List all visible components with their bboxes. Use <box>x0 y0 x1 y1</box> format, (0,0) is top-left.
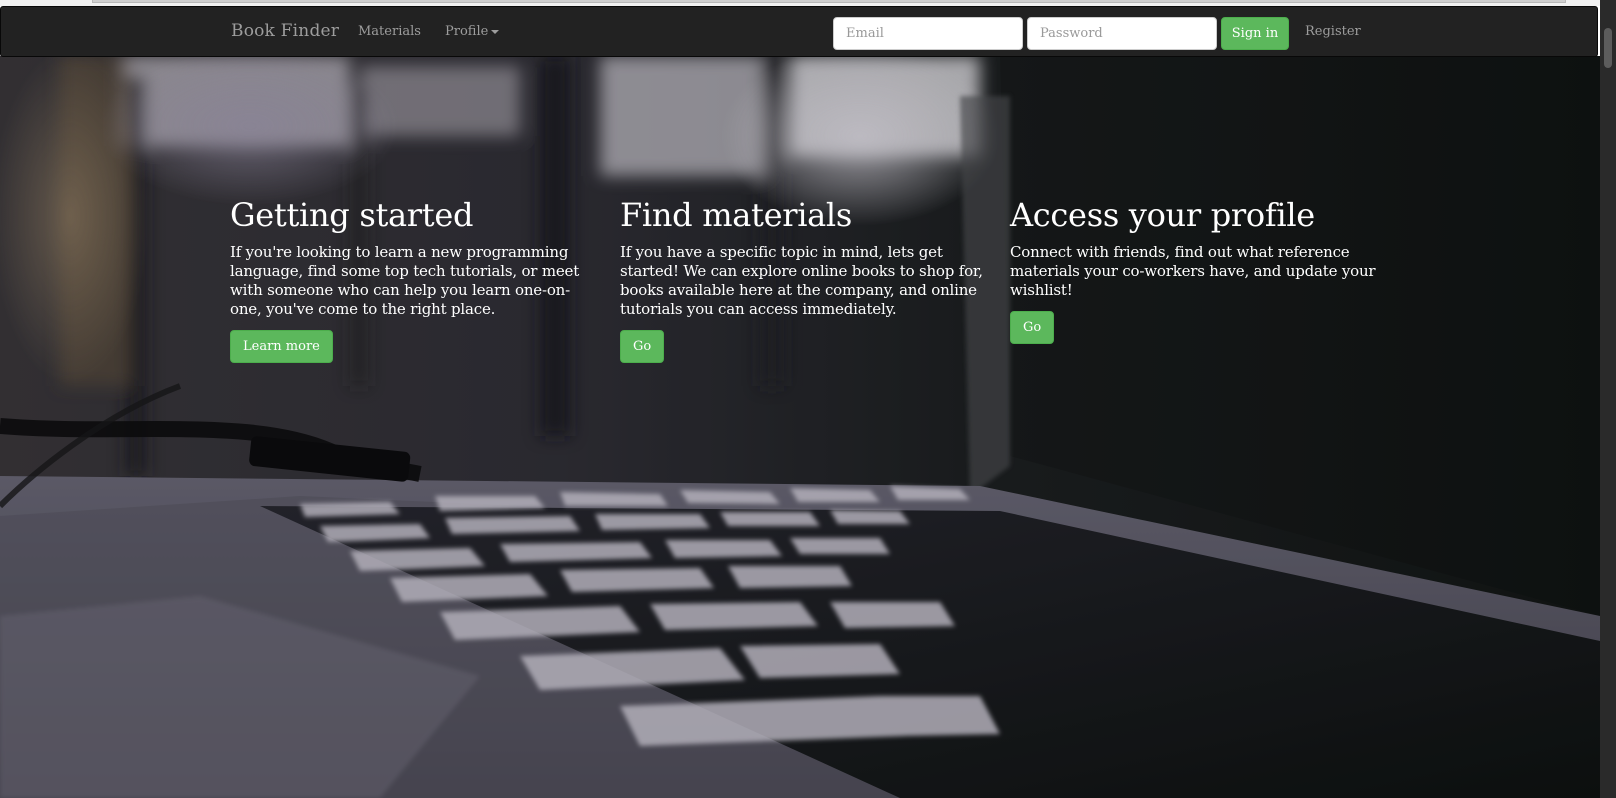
laptop-keyboard-photo <box>0 56 1600 798</box>
nav-profile-dropdown[interactable]: Profile <box>445 24 500 39</box>
learn-more-button[interactable]: Learn more <box>230 330 333 363</box>
page-viewport: Book Finder Materials Profile Sign in Re… <box>0 0 1600 798</box>
column-body: Connect with friends, find out what refe… <box>1010 243 1376 299</box>
email-field[interactable] <box>833 17 1023 50</box>
sign-in-button[interactable]: Sign in <box>1221 17 1289 50</box>
caret-down-icon <box>491 29 500 34</box>
column-body: If you have a specific topic in mind, le… <box>620 243 983 318</box>
hero-background <box>0 56 1600 798</box>
column-access-profile: Access your profile Connect with friends… <box>1010 195 1380 344</box>
brand-link[interactable]: Book Finder <box>231 21 339 41</box>
column-title: Getting started <box>230 196 474 234</box>
column-find-materials: Find materials If you have a specific to… <box>620 195 990 363</box>
scrollbar-thumb[interactable] <box>1604 28 1612 68</box>
nav-materials-link[interactable]: Materials <box>358 24 421 39</box>
window-scrollbar[interactable] <box>1600 0 1616 798</box>
column-body: If you're looking to learn a new program… <box>230 243 580 318</box>
top-navbar: Book Finder Materials Profile Sign in Re… <box>0 6 1598 57</box>
password-field[interactable] <box>1027 17 1217 50</box>
nav-profile-label: Profile <box>445 24 489 39</box>
browser-address-bar <box>92 0 1566 3</box>
find-materials-go-button[interactable]: Go <box>620 330 665 363</box>
column-title: Find materials <box>620 196 852 234</box>
column-title: Access your profile <box>1010 196 1315 234</box>
access-profile-go-button[interactable]: Go <box>1010 311 1055 344</box>
column-getting-started: Getting started If you're looking to lea… <box>230 195 600 363</box>
register-link[interactable]: Register <box>1305 24 1361 39</box>
